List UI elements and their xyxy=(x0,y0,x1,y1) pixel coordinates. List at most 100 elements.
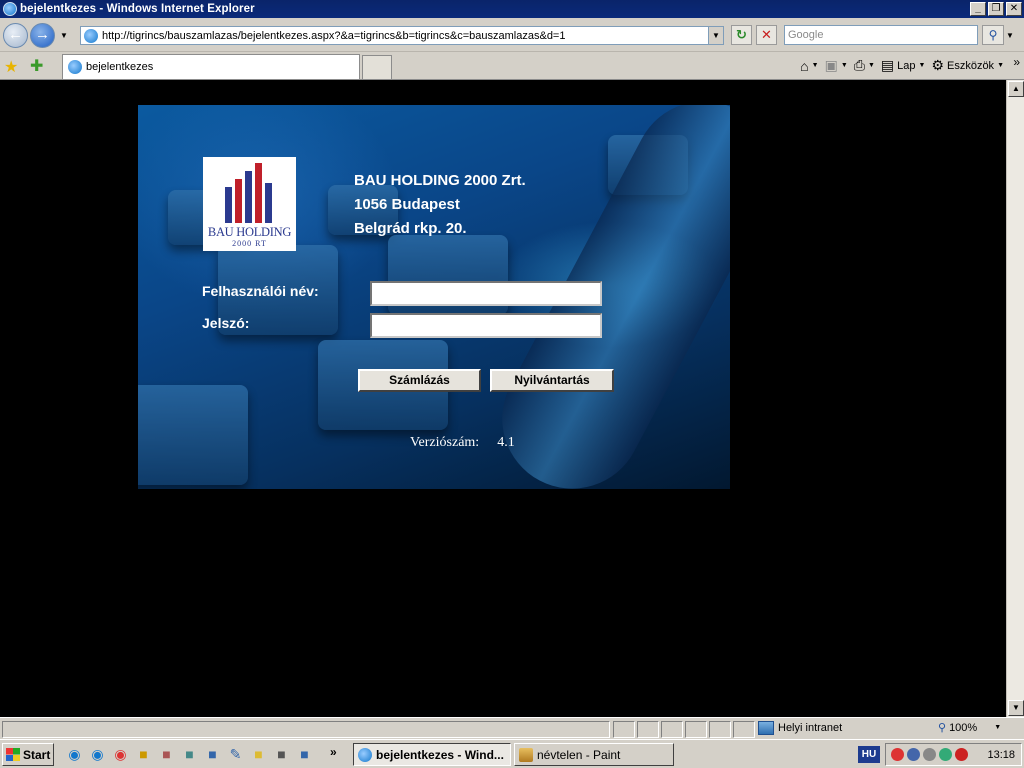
address-url[interactable]: http://tigrincs/bauszamlazas/bejelentkez… xyxy=(102,30,708,42)
print-button[interactable]: ⎙ ▼ xyxy=(854,57,875,74)
gear-icon: ⚙ xyxy=(931,57,944,73)
intranet-icon xyxy=(758,721,774,735)
add-favorite-icon[interactable]: ✚ xyxy=(30,56,43,76)
tab-bejelentkezes[interactable]: bejelentkezes xyxy=(62,54,360,79)
tray-icon[interactable] xyxy=(907,748,920,761)
security-zone-label: Helyi intranet xyxy=(778,722,843,734)
window-title-bar: bejelentkezes - Windows Internet Explore… xyxy=(0,0,1024,18)
login-panel: BAU HOLDING 2000 RT BAU HOLDING 2000 Zrt… xyxy=(138,105,730,489)
network-icon[interactable]: ■ xyxy=(181,746,198,763)
logo-subtext: 2000 RT xyxy=(232,239,267,248)
logo-text: BAU HOLDING xyxy=(207,225,292,239)
printer-icon: ⎙ xyxy=(853,57,865,73)
folder-icon[interactable]: ■ xyxy=(250,746,267,763)
page-viewport: BAU HOLDING 2000 RT BAU HOLDING 2000 Zrt… xyxy=(0,80,1006,717)
tray-icon[interactable] xyxy=(939,748,952,761)
password-input[interactable] xyxy=(370,313,602,338)
zoom-dropdown[interactable]: ▼ xyxy=(994,724,1001,731)
company-logo: BAU HOLDING 2000 RT xyxy=(203,157,296,251)
feeds-button[interactable]: ▣ ▼ xyxy=(825,57,848,74)
tray-icon[interactable] xyxy=(923,748,936,761)
tools-icon[interactable]: ■ xyxy=(158,746,175,763)
tab-toolbar: ★ ✚ bejelentkezes ⌂ ▼ ▣ ▼ ⎙ ▼ ▤ Lap ▼ ⚙ Eszköz… xyxy=(0,52,1024,80)
window-controls: _ ❐ ✕ xyxy=(970,2,1022,16)
language-indicator[interactable]: HU xyxy=(858,746,880,763)
company-name: BAU HOLDING 2000 Zrt. xyxy=(354,172,526,189)
minimize-button[interactable]: _ xyxy=(970,2,986,16)
page-menu-icon: ▤ xyxy=(880,57,895,73)
home-button[interactable]: ⌂ ▼ xyxy=(800,58,818,74)
page-menu[interactable]: ▤ Lap ▼ xyxy=(881,57,926,74)
quick-launch-overflow[interactable]: » xyxy=(330,745,337,759)
search-options-dropdown[interactable]: ▼ xyxy=(1006,31,1014,40)
computer-icon[interactable]: ■ xyxy=(273,746,290,763)
command-bar: ⌂ ▼ ▣ ▼ ⎙ ▼ ▤ Lap ▼ ⚙ Eszközök ▼ xyxy=(800,57,1004,74)
home-icon: ⌂ xyxy=(800,57,809,74)
version-info: Verziószám: 4.1 xyxy=(410,435,515,451)
back-button[interactable]: ← xyxy=(3,23,28,48)
page-icon xyxy=(84,28,98,43)
taskbar: Start ◉ ◉ ◉ ■ ■ ■ ■ ✎ ■ ■ ■ » bejelentke… xyxy=(0,739,1024,768)
address-toolbar: ← → ▼ http://tigrincs/bauszamlazas/bejel… xyxy=(0,18,1024,52)
start-button[interactable]: Start xyxy=(2,743,54,766)
tab-label: bejelentkezes xyxy=(86,61,154,73)
ie-quicklaunch-icon[interactable]: ◉ xyxy=(66,746,83,763)
billing-button[interactable]: Számlázás xyxy=(358,369,481,392)
address-bar[interactable]: http://tigrincs/bauszamlazas/bejelentkez… xyxy=(80,26,724,45)
zoom-control[interactable]: ⚲ 100% ▼ xyxy=(938,721,1001,735)
logo-mark xyxy=(223,163,277,223)
close-button[interactable]: ✕ xyxy=(1006,2,1022,16)
forward-button[interactable]: → xyxy=(30,23,55,48)
folder-icon[interactable]: ■ xyxy=(135,746,152,763)
picture-icon[interactable]: ■ xyxy=(204,746,221,763)
clock[interactable]: 13:18 xyxy=(987,749,1015,761)
taskbar-item-paint[interactable]: névtelen - Paint xyxy=(514,743,674,766)
taskbar-item-ie[interactable]: bejelentkezes - Wind... xyxy=(353,743,511,766)
stop-button[interactable]: ✕ xyxy=(756,25,777,45)
address-dropdown[interactable]: ▼ xyxy=(708,27,723,44)
security-zone[interactable]: Helyi intranet xyxy=(758,721,842,735)
username-input[interactable] xyxy=(370,281,602,306)
version-number: 4.1 xyxy=(497,435,515,450)
window-title: bejelentkezes - Windows Internet Explore… xyxy=(20,3,255,15)
search-input[interactable]: Google xyxy=(784,25,978,45)
new-tab-button[interactable] xyxy=(362,55,392,79)
taskbar-item-label: névtelen - Paint xyxy=(537,747,621,762)
edit-icon[interactable]: ✎ xyxy=(227,746,244,763)
status-text-cell xyxy=(2,721,610,738)
chrome-icon[interactable]: ◉ xyxy=(112,746,129,763)
company-address: BAU HOLDING 2000 Zrt. 1056 Budapest Belg… xyxy=(354,169,526,241)
recent-pages-dropdown[interactable]: ▼ xyxy=(60,31,68,40)
tools-menu[interactable]: ⚙ Eszközök ▼ xyxy=(931,57,1004,74)
status-cell xyxy=(637,721,659,738)
page-icon xyxy=(68,60,82,74)
zoom-level: 100% xyxy=(949,721,978,734)
network-drive-icon[interactable]: ■ xyxy=(296,746,313,763)
registry-button[interactable]: Nyilvántartás xyxy=(490,369,614,392)
page-menu-label: Lap xyxy=(897,59,916,72)
zoom-icon: ⚲ xyxy=(938,722,947,734)
company-city: 1056 Budapest xyxy=(354,196,460,213)
taskbar-item-label: bejelentkezes - Wind... xyxy=(376,747,504,762)
shield-icon[interactable] xyxy=(955,748,968,761)
rss-icon: ▣ xyxy=(824,57,838,73)
vertical-scrollbar[interactable]: ▲ ▼ xyxy=(1006,80,1024,717)
quick-launch: ◉ ◉ ◉ ■ ■ ■ ■ ✎ ■ ■ ■ xyxy=(66,746,313,763)
scroll-down-button[interactable]: ▼ xyxy=(1008,700,1024,716)
ie-icon xyxy=(3,2,17,16)
paint-icon xyxy=(519,747,533,762)
system-tray: 13:18 xyxy=(885,743,1022,766)
status-bar: Helyi intranet ⚲ 100% ▼ xyxy=(0,717,1024,739)
tray-icon[interactable] xyxy=(891,748,904,761)
scroll-up-button[interactable]: ▲ xyxy=(1008,81,1024,97)
refresh-button[interactable]: ↻ xyxy=(731,25,752,45)
command-bar-overflow[interactable]: » xyxy=(1013,55,1020,69)
password-label: Jelszó: xyxy=(202,315,250,331)
restore-button[interactable]: ❐ xyxy=(988,2,1004,16)
favorites-star-icon[interactable]: ★ xyxy=(4,57,18,77)
search-icon[interactable]: ⚲ xyxy=(982,25,1004,45)
status-cell xyxy=(661,721,683,738)
company-street: Belgrád rkp. 20. xyxy=(354,220,467,237)
start-label: Start xyxy=(23,747,51,762)
ie-quicklaunch-icon[interactable]: ◉ xyxy=(89,746,106,763)
